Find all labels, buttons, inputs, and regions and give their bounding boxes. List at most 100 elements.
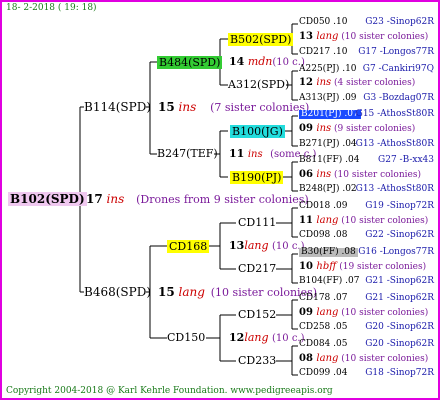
gen4-breeder: G15 -AthosSt80R (355, 109, 434, 119)
gen3-year-1: 14 (229, 55, 245, 68)
root-year: 17 (86, 192, 103, 206)
gen2-race-2: ins (247, 149, 263, 160)
footer-copyright: Copyright 2004-2018 @ Karl Kehrle Founda… (6, 386, 333, 396)
gen3-queen-8: CD233 (238, 354, 277, 367)
gen4-race: lang (316, 353, 339, 364)
gen4-breeder: G13 -AthosSt80R (355, 139, 434, 149)
gen4-breeder: G13 -AthosSt80R (355, 184, 434, 194)
gen2-race-4: lang (244, 331, 269, 344)
gen4-desc: (19 sister colonies) (336, 262, 427, 272)
gen2-queen-4: CD150 (167, 331, 206, 344)
gen4-drone-info: 11 lang (10 sister colonies) (299, 216, 428, 226)
gen3-info-1: 14 mdn(10 c.) (229, 56, 305, 68)
gen4-drone-info: 13 lang (10 sister colonies) (299, 32, 428, 42)
gen4-breeder: G21 -Sinop62R (365, 276, 434, 286)
gen1-year-1: 15 (158, 100, 175, 114)
gen4-desc: (10 sister colonies) (338, 32, 429, 42)
gen4-race: lang (316, 215, 339, 226)
gen4-breeder: G18 -Sinop72R (365, 368, 434, 378)
gen4-breeder: G17 -Longos77R (358, 47, 434, 57)
gen1-year-2: 15 (158, 285, 175, 299)
gen4-drone-info: 09 ins (9 sister colonies) (299, 124, 415, 134)
gen4-drone-info: 08 lang (10 sister colonies) (299, 354, 428, 364)
gen4-race: hbff (316, 261, 337, 272)
gen4-desc: (10 sister colonies) (338, 354, 429, 364)
gen2-race-3: lang (244, 239, 269, 252)
gen4-breeder: G16 -Longos77R (358, 247, 434, 257)
gen4-queen-id: CD217 .10 (299, 47, 348, 57)
gen4-breeder: G22 -Sinop62R (365, 230, 434, 240)
gen4-queen-id: CD050 .10 (299, 17, 348, 27)
gen4-breeder: G19 -Sinop72R (365, 201, 434, 211)
gen4-queen-id: B104(FF) .07 (299, 276, 360, 286)
gen4-desc: (10 sister colonies) (331, 170, 421, 180)
gen3-queen-3: B100(JG) (230, 125, 285, 138)
gen4-breeder: G20 -Sinop62R (365, 322, 434, 332)
gen4-desc: (10 sister colonies) (338, 308, 429, 318)
gen4-year: 13 (299, 31, 317, 42)
gen4-queen-id: B811(FF) .04 (299, 155, 360, 165)
gen4-queen-id: A225(PJ) .10 (299, 64, 357, 74)
gen4-year: 08 (299, 353, 317, 364)
gen4-year: 09 (299, 123, 317, 134)
gen4-queen-id: B271(PJ) .04 (299, 139, 357, 149)
gen4-year: 10 (299, 261, 317, 272)
gen4-breeder: G3 -Bozdag07R (363, 93, 434, 103)
gen3-queen-2: A312(SPD) (228, 78, 290, 91)
gen4-year: 11 (299, 215, 317, 226)
gen4-breeder: G7 -Cankiri97Q (362, 64, 434, 74)
root-queen: B102(SPD) (8, 192, 87, 206)
gen4-race: ins (316, 123, 332, 134)
gen4-queen-id: CD099 .04 (299, 368, 348, 378)
gen4-breeder: G27 -B-xx43 (378, 155, 434, 165)
gen2-queen-3: CD168 (167, 240, 210, 253)
gen4-breeder: G21 -Sinop62R (365, 293, 434, 303)
gen2-info-3: 13lang (10 c.) (229, 240, 305, 252)
gen2-year-3: 13 (229, 239, 245, 252)
root-race: ins (106, 192, 125, 206)
gen4-breeder: G23 -Sinop62R (365, 17, 434, 27)
gen4-race: ins (316, 169, 332, 180)
gen3-queen-5: CD111 (238, 216, 277, 229)
gen4-desc: (4 sister colonies) (331, 78, 416, 88)
gen4-drone-info: 09 lang (10 sister colonies) (299, 308, 428, 318)
gen4-race: ins (316, 77, 332, 88)
gen4-drone-info: 12 ins (4 sister colonies) (299, 78, 415, 88)
root-info: 17 ins (Drones from 9 sister colonies) (86, 193, 309, 205)
gen4-race: lang (316, 31, 339, 42)
gen4-queen-id: CD084 .05 (299, 339, 348, 349)
gen1-race-1: ins (178, 100, 197, 114)
root-desc: (Drones from 9 sister colonies) (136, 193, 309, 206)
gen4-drone-info: 06 ins (10 sister colonies) (299, 170, 421, 180)
gen4-year: 06 (299, 169, 317, 180)
gen4-race: lang (316, 307, 339, 318)
gen4-desc: (10 sister colonies) (338, 216, 429, 226)
gen1-desc-1: (7 sister colonies) (210, 101, 310, 114)
gen1-info-2: 15 lang (10 sister colonies) (158, 286, 317, 298)
gen4-breeder: G20 -Sinop62R (365, 339, 434, 349)
gen4-queen-id: CD018 .09 (299, 201, 348, 211)
gen3-race-1: mdn (247, 55, 273, 68)
gen2-queen-2: B247(TEF) (157, 147, 218, 160)
gen3-queen-7: CD152 (238, 308, 277, 321)
gen4-queen-id: B30(FF) .08 (299, 247, 358, 257)
header-date: 18- 2-2018 ( 19: 18) (6, 3, 97, 13)
gen4-desc: (9 sister colonies) (331, 124, 416, 134)
gen1-info-1: 15 ins (7 sister colonies) (158, 101, 309, 113)
gen3-queen-6: CD217 (238, 262, 277, 275)
gen3-queen-4: B190(PJ) (230, 171, 284, 184)
gen4-queen-id: CD098 .08 (299, 230, 348, 240)
gen4-year: 09 (299, 307, 317, 318)
gen4-queen-id: CD258 .05 (299, 322, 348, 332)
gen1-queen-2: B468(SPD) (84, 285, 152, 299)
gen4-queen-id: B201(PJ) .07 (299, 109, 361, 119)
gen2-year-2: 11 (229, 147, 245, 160)
gen1-race-2: lang (178, 285, 205, 299)
gen3-queen-1: B502(SPD) (228, 33, 294, 46)
gen4-queen-id: B248(PJ) .02 (299, 184, 357, 194)
gen4-drone-info: 10 hbff (19 sister colonies) (299, 262, 426, 272)
gen4-queen-id: A313(PJ) .09 (299, 93, 357, 103)
gen4-queen-id: CD178 .07 (299, 293, 348, 303)
gen1-queen-1: B114(SPD) (84, 100, 152, 114)
gen2-year-4: 12 (229, 331, 245, 344)
